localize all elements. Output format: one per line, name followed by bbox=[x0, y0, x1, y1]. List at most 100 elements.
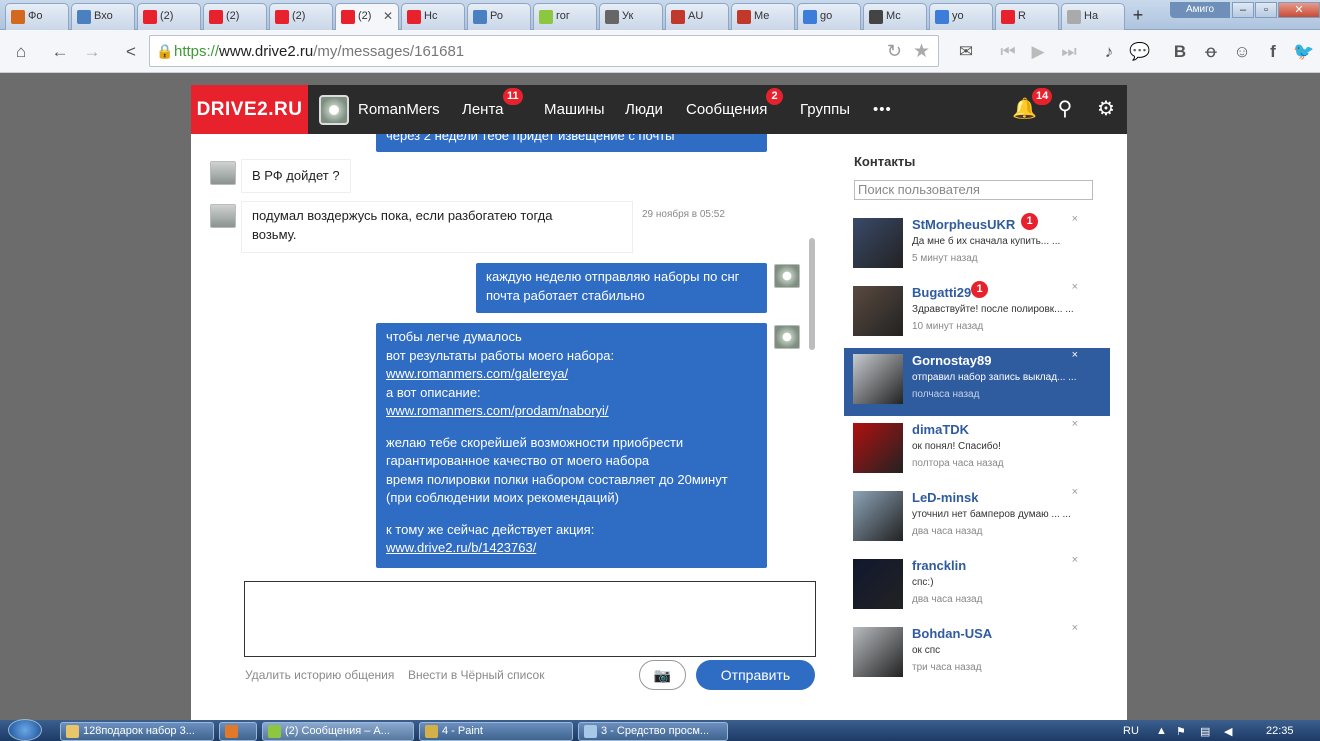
contact-thumbnail[interactable] bbox=[853, 422, 903, 473]
contact-item[interactable]: dimaTDK ок понял! Спасибо! полтора часа на… bbox=[844, 417, 1110, 485]
nav-groups[interactable]: Группы bbox=[800, 101, 850, 118]
nav-cars[interactable]: Машины bbox=[544, 101, 604, 118]
contact-thumbnail[interactable] bbox=[853, 559, 903, 609]
contact-item[interactable]: Bohdan-USA ок спс три часа назад × bbox=[844, 621, 1110, 689]
link-description[interactable]: www.romanmers.com/prodam/naboryi/ bbox=[386, 403, 609, 418]
blacklist-link[interactable]: Внести в Чёрный список bbox=[408, 668, 544, 682]
contact-thumbnail[interactable] bbox=[853, 218, 903, 268]
browser-tab[interactable]: Вхо bbox=[71, 3, 135, 30]
contact-item[interactable]: LeD-minsk уточнил нет бамперов думаю ... … bbox=[844, 485, 1110, 553]
contact-avatar[interactable] bbox=[210, 161, 236, 185]
delete-history-link[interactable]: Удалить историю общения bbox=[245, 668, 394, 682]
browser-tab[interactable]: Ро bbox=[467, 3, 531, 30]
remove-contact-icon[interactable]: × bbox=[1072, 281, 1078, 293]
remove-contact-icon[interactable]: × bbox=[1072, 213, 1078, 225]
contact-thumbnail[interactable] bbox=[853, 354, 903, 405]
profile-button[interactable]: Амиго bbox=[1170, 2, 1230, 18]
window-close-button[interactable]: ✕ bbox=[1278, 2, 1320, 18]
browser-tab[interactable]: yo bbox=[929, 3, 993, 30]
home-icon[interactable]: ⌂ bbox=[7, 38, 35, 66]
maximize-button[interactable]: ▫ bbox=[1255, 2, 1277, 18]
camera-icon[interactable]: 📷 bbox=[639, 660, 686, 690]
twitter-icon[interactable]: 🐦 bbox=[1290, 38, 1318, 66]
contact-name[interactable]: LeD-minsk bbox=[912, 490, 978, 505]
remove-contact-icon[interactable]: × bbox=[1072, 349, 1078, 361]
prev-track-icon[interactable]: ⏮ bbox=[994, 38, 1022, 66]
vk-icon[interactable]: В bbox=[1166, 38, 1194, 66]
link-promo[interactable]: www.drive2.ru/b/1423763/ bbox=[386, 540, 536, 555]
contact-thumbnail[interactable] bbox=[853, 490, 903, 541]
nav-people[interactable]: Люди bbox=[625, 101, 663, 118]
next-track-icon[interactable]: ⏭ bbox=[1055, 38, 1083, 66]
address-bar[interactable]: 🔒 https://www.drive2.ru/my/messages/1616… bbox=[149, 35, 939, 67]
tray-arrow-icon[interactable]: ▲ bbox=[1156, 725, 1167, 737]
share-icon[interactable]: < bbox=[117, 38, 145, 66]
link-gallery[interactable]: www.romanmers.com/galereya/ bbox=[386, 366, 568, 381]
clock[interactable]: 22:35 bbox=[1266, 725, 1294, 737]
chat-scrollbar[interactable] bbox=[809, 238, 815, 350]
browser-tab[interactable]: (2) ✕ bbox=[335, 3, 399, 30]
bookmark-star-icon[interactable]: ★ bbox=[913, 40, 930, 63]
browser-tab[interactable]: R bbox=[995, 3, 1059, 30]
task-messages[interactable]: (2) Сообщения – А... bbox=[262, 722, 414, 741]
reload-icon[interactable]: ↻ bbox=[887, 41, 902, 62]
remove-contact-icon[interactable]: × bbox=[1072, 622, 1078, 634]
nav-user-name[interactable]: RomanMers bbox=[358, 101, 440, 118]
browser-tab[interactable]: (2) bbox=[269, 3, 333, 30]
language-indicator[interactable]: RU bbox=[1123, 725, 1139, 737]
browser-tab[interactable]: go bbox=[797, 3, 861, 30]
contact-search-input[interactable]: Поиск пользователя bbox=[854, 180, 1093, 200]
browser-tab[interactable]: Фо bbox=[5, 3, 69, 30]
play-icon[interactable]: ▶ bbox=[1024, 38, 1052, 66]
task-explorer[interactable]: 128подарок набор 3... bbox=[60, 722, 214, 741]
remove-contact-icon[interactable]: × bbox=[1072, 418, 1078, 430]
contact-avatar[interactable] bbox=[210, 204, 236, 228]
message-input[interactable] bbox=[244, 581, 816, 657]
browser-tab[interactable]: Нс bbox=[401, 3, 465, 30]
new-tab-button[interactable]: + bbox=[1124, 3, 1152, 28]
task-paint[interactable]: 4 - Paint bbox=[419, 722, 573, 741]
browser-tab[interactable]: Мс bbox=[863, 3, 927, 30]
music-icon[interactable]: ♪ bbox=[1095, 38, 1123, 66]
mail-icon[interactable]: ✉ bbox=[952, 38, 980, 66]
user-avatar[interactable] bbox=[319, 95, 349, 125]
tab-close-icon[interactable]: ✕ bbox=[383, 9, 393, 23]
gear-icon[interactable]: ⚙ bbox=[1094, 97, 1118, 121]
user-avatar-small[interactable] bbox=[774, 325, 800, 349]
volume-icon[interactable]: ◀ bbox=[1224, 725, 1232, 738]
remove-contact-icon[interactable]: × bbox=[1072, 486, 1078, 498]
contact-name[interactable]: dimaTDK bbox=[912, 422, 969, 437]
browser-tab[interactable]: Ук bbox=[599, 3, 663, 30]
moimir-icon[interactable]: ☺ bbox=[1228, 38, 1256, 66]
browser-tab[interactable]: гог bbox=[533, 3, 597, 30]
browser-tab[interactable]: (2) bbox=[203, 3, 267, 30]
facebook-icon[interactable]: f bbox=[1259, 38, 1287, 66]
forward-icon[interactable]: → bbox=[78, 38, 106, 66]
task-browser[interactable] bbox=[219, 722, 257, 741]
start-button[interactable] bbox=[8, 719, 42, 741]
browser-tab[interactable]: На bbox=[1061, 3, 1125, 30]
odnoklassniki-icon[interactable]: ꝋ bbox=[1197, 38, 1225, 66]
flag-icon[interactable]: ⚑ bbox=[1176, 725, 1186, 738]
contact-name[interactable]: Bugatti29 bbox=[912, 285, 971, 300]
contact-thumbnail[interactable] bbox=[853, 286, 903, 337]
contact-name[interactable]: StMorpheusUKR bbox=[912, 217, 1015, 232]
remove-contact-icon[interactable]: × bbox=[1072, 554, 1078, 566]
contact-item[interactable]: StMorpheusUKR 1 Да мне б их сначала купить… bbox=[844, 212, 1110, 280]
network-icon[interactable]: ▤ bbox=[1200, 725, 1210, 738]
user-avatar-small[interactable] bbox=[774, 264, 800, 288]
browser-tab[interactable]: (2) bbox=[137, 3, 201, 30]
contact-thumbnail[interactable] bbox=[853, 627, 903, 678]
site-logo[interactable]: DRIVE2.RU bbox=[191, 85, 308, 134]
contact-name[interactable]: Bohdan-USA bbox=[912, 626, 992, 641]
contact-item[interactable]: francklin спс:) два часа назад × bbox=[844, 553, 1110, 621]
minimize-button[interactable]: – bbox=[1232, 2, 1254, 18]
contact-name[interactable]: Gornostay89 bbox=[912, 353, 991, 368]
search-icon[interactable]: ⚲ bbox=[1053, 97, 1077, 121]
contact-item[interactable]: Bugatti29 1 Здравствуйте! после полировк..… bbox=[844, 280, 1110, 348]
nav-messages[interactable]: Сообщения bbox=[686, 101, 767, 118]
chat-icon[interactable]: 💬 bbox=[1126, 38, 1154, 66]
contact-item[interactable]: Gornostay89 отправил набор запись выклад.… bbox=[844, 348, 1110, 417]
browser-tab[interactable]: Ме bbox=[731, 3, 795, 30]
back-icon[interactable]: ← bbox=[46, 38, 74, 66]
